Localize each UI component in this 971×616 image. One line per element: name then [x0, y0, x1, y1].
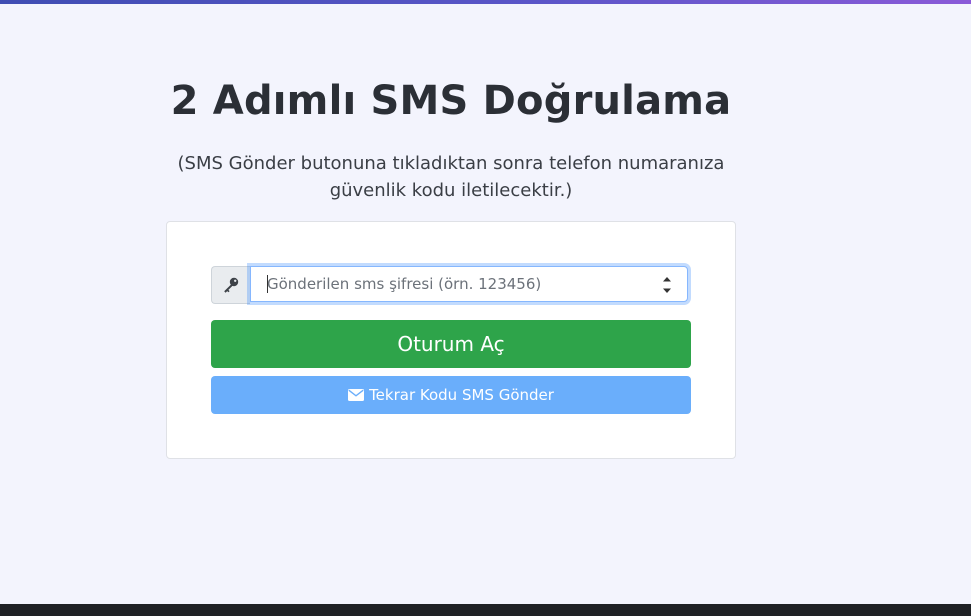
- verification-card: Oturum Aç Tekrar Kodu SMS Gönder: [166, 221, 736, 459]
- page-title: 2 Adımlı SMS Doğrulama: [170, 78, 732, 124]
- resend-button-label: Tekrar Kodu SMS Gönder: [369, 386, 554, 404]
- envelope-icon: [348, 389, 365, 401]
- top-gradient-bar: [0, 0, 971, 4]
- login-button[interactable]: Oturum Aç: [211, 320, 691, 368]
- key-icon: [211, 266, 250, 304]
- code-input-group: [211, 266, 691, 304]
- sms-code-input[interactable]: [250, 266, 688, 302]
- number-spinner[interactable]: [660, 276, 674, 294]
- text-caret: [267, 275, 268, 293]
- bottom-bar: [0, 604, 971, 616]
- page-subtitle: (SMS Gönder butonuna tıkladıktan sonra t…: [177, 153, 725, 201]
- login-button-label: Oturum Aç: [397, 332, 505, 356]
- spinner-down-icon[interactable]: [662, 288, 672, 294]
- spinner-up-icon[interactable]: [662, 276, 672, 282]
- resend-sms-button[interactable]: Tekrar Kodu SMS Gönder: [211, 376, 691, 414]
